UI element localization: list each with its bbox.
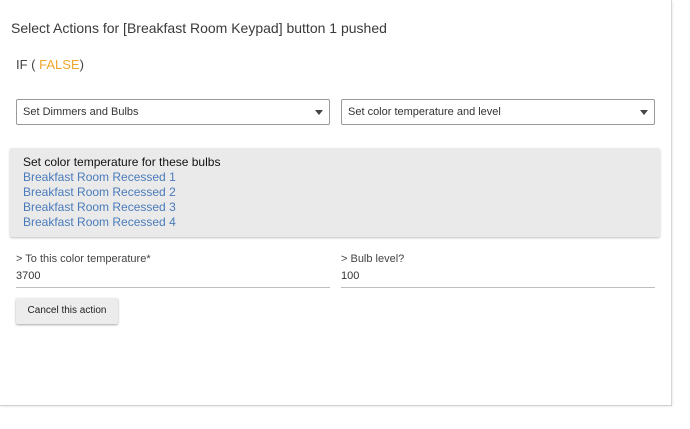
bulb-level-label: > Bulb level? — [341, 253, 405, 265]
if-condition: IF ( FALSE) — [16, 57, 84, 72]
bulb-link[interactable]: Breakfast Room Recessed 1 — [23, 170, 176, 185]
chevron-down-icon — [315, 110, 323, 115]
action-type-select[interactable]: Set color temperature and level — [341, 99, 655, 125]
bulb-list: Breakfast Room Recessed 1 Breakfast Room… — [23, 170, 176, 230]
action-category-value: Set Dimmers and Bulbs — [23, 106, 139, 118]
bulb-link[interactable]: Breakfast Room Recessed 4 — [23, 215, 176, 230]
chevron-down-icon — [640, 110, 648, 115]
actions-panel: Select Actions for [Breakfast Room Keypa… — [0, 0, 672, 406]
bulb-link[interactable]: Breakfast Room Recessed 3 — [23, 200, 176, 215]
bulb-level-input[interactable]: > Bulb level? 100 — [341, 252, 655, 288]
cancel-action-button[interactable]: Cancel this action — [16, 298, 118, 324]
action-type-value: Set color temperature and level — [348, 106, 501, 118]
bulb-level-value[interactable]: 100 — [341, 270, 359, 282]
bulb-link[interactable]: Breakfast Room Recessed 2 — [23, 185, 176, 200]
if-prefix: IF ( — [16, 57, 40, 72]
action-category-select[interactable]: Set Dimmers and Bulbs — [16, 99, 330, 125]
bulb-selection-title: Set color temperature for these bulbs — [23, 155, 221, 169]
color-temperature-input[interactable]: > To this color temperature* 3700 — [16, 252, 330, 288]
if-suffix: ) — [79, 57, 84, 72]
bulb-selection-box[interactable]: Set color temperature for these bulbs Br… — [10, 148, 660, 237]
color-temperature-label: > To this color temperature* — [16, 253, 151, 265]
page-heading: Select Actions for [Breakfast Room Keypa… — [11, 20, 387, 36]
condition-value: FALSE — [39, 57, 80, 72]
color-temperature-value[interactable]: 3700 — [16, 270, 40, 282]
